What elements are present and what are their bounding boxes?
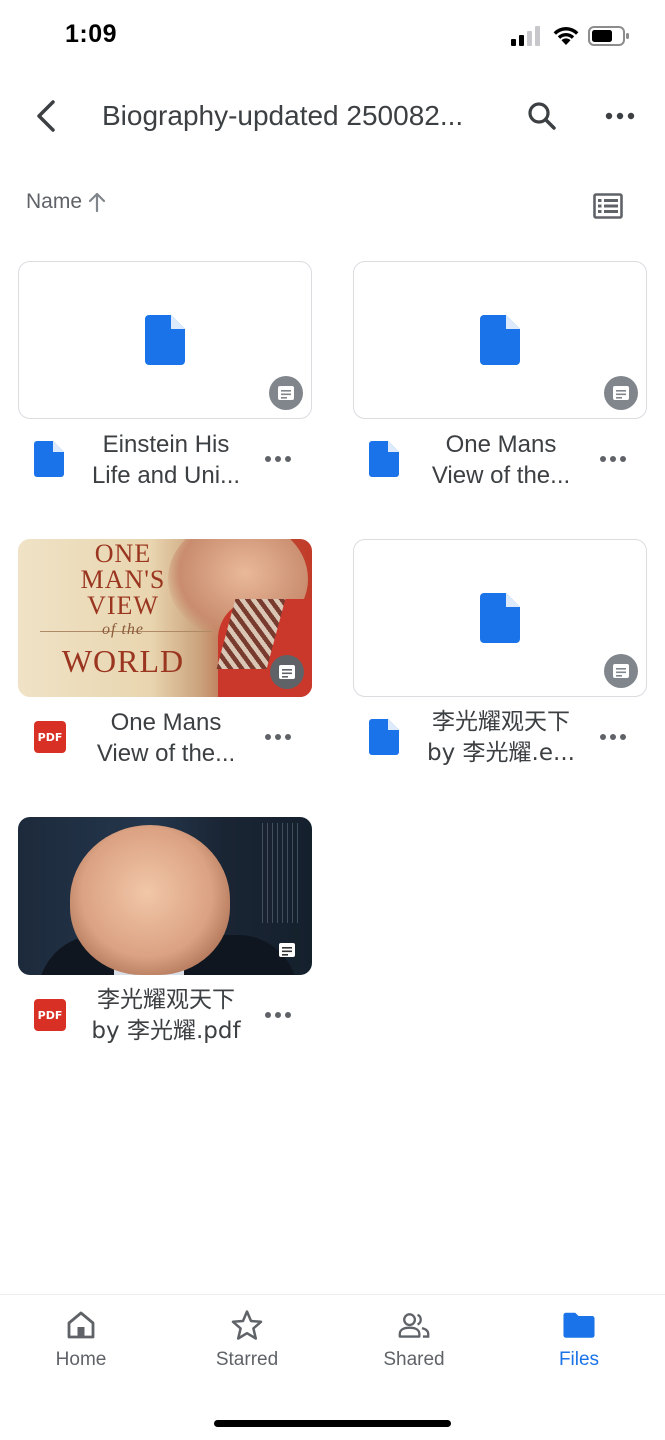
nav-starred[interactable]: Starred: [187, 1309, 307, 1385]
chevron-left-icon: [37, 100, 55, 132]
file-card[interactable]: Einstein His Life and Uni...: [18, 261, 312, 499]
offline-available-icon: [276, 939, 298, 961]
pdf-type-icon: PDF: [34, 999, 66, 1031]
nav-label: Starred: [215, 1349, 279, 1370]
file-thumbnail[interactable]: [18, 261, 312, 419]
file-more-button[interactable]: [258, 719, 298, 755]
file-more-button[interactable]: [593, 719, 633, 755]
more-horizontal-icon: [600, 734, 626, 740]
folder-title: Biography-updated 250082...: [102, 100, 464, 131]
more-horizontal-icon: [265, 1012, 291, 1018]
more-horizontal-icon: [605, 112, 635, 120]
offline-available-icon: [269, 376, 303, 410]
file-meta: 李光耀观天下 by 李光耀.e...: [353, 697, 647, 777]
search-button[interactable]: [522, 96, 562, 136]
file-meta: One Mans View of the...: [353, 419, 647, 499]
top-app-bar: Biography-updated 250082...: [0, 82, 665, 150]
file-thumbnail[interactable]: [353, 261, 647, 419]
more-horizontal-icon: [265, 734, 291, 740]
file-more-button[interactable]: [593, 441, 633, 477]
file-meta: PDF 李光耀观天下 by 李光耀.pdf: [18, 975, 312, 1055]
more-options-button[interactable]: [600, 96, 640, 136]
wifi-icon: [553, 27, 579, 45]
file-name: 李光耀观天下 by 李光耀.e...: [427, 709, 575, 766]
file-name: One Mans View of the...: [96, 709, 236, 767]
offline-available-icon: [270, 655, 304, 689]
people-icon: [398, 1309, 430, 1341]
nav-files[interactable]: Files: [519, 1309, 639, 1385]
nav-label: Shared: [383, 1349, 445, 1370]
search-icon: [528, 102, 556, 130]
file-thumbnail[interactable]: ONE MAN'S VIEW of the WORLD: [18, 539, 312, 697]
file-card[interactable]: ONE MAN'S VIEW of the WORLD PDF One Mans…: [18, 539, 312, 777]
book-cover-image: [18, 817, 312, 975]
pdf-type-icon: PDF: [34, 721, 66, 753]
file-meta: PDF One Mans View of the...: [18, 697, 312, 777]
offline-available-icon: [604, 654, 638, 688]
status-bar: 1:09: [0, 0, 665, 72]
doc-type-icon: [34, 441, 64, 477]
sort-label: Name: [26, 190, 83, 213]
file-meta: Einstein His Life and Uni...: [18, 419, 312, 499]
offline-available-icon: [604, 376, 638, 410]
doc-file-icon: [145, 315, 185, 365]
sort-by-name-button[interactable]: Name: [26, 190, 106, 214]
file-thumbnail[interactable]: [353, 539, 647, 697]
list-view-toggle-button[interactable]: [588, 188, 628, 224]
file-card[interactable]: 李光耀观天下 by 李光耀.e...: [353, 539, 647, 777]
nav-label: Home: [55, 1349, 107, 1370]
file-thumbnail[interactable]: [18, 817, 312, 975]
doc-file-icon: [480, 593, 520, 643]
more-horizontal-icon: [600, 456, 626, 462]
file-name: One Mans View of the...: [431, 431, 571, 489]
folder-icon: [563, 1309, 595, 1341]
file-name: 李光耀观天下 by 李光耀.pdf: [91, 987, 241, 1044]
list-view-icon: [593, 193, 623, 219]
home-icon: [65, 1309, 97, 1341]
file-name: Einstein His Life and Uni...: [91, 431, 241, 489]
file-card[interactable]: PDF 李光耀观天下 by 李光耀.pdf: [18, 817, 312, 1055]
file-more-button[interactable]: [258, 997, 298, 1033]
file-card[interactable]: One Mans View of the...: [353, 261, 647, 499]
bottom-navigation: Home Starred Shared Files: [0, 1294, 665, 1440]
cellular-signal-icon: [511, 26, 540, 46]
battery-icon: [588, 26, 629, 46]
back-button[interactable]: [26, 96, 66, 136]
nav-shared[interactable]: Shared: [354, 1309, 474, 1385]
file-more-button[interactable]: [258, 441, 298, 477]
doc-file-icon: [480, 315, 520, 365]
doc-type-icon: [369, 441, 399, 477]
doc-type-icon: [369, 719, 399, 755]
arrow-up-icon: [88, 192, 106, 213]
book-cover-image: ONE MAN'S VIEW of the WORLD: [18, 539, 312, 697]
nav-home[interactable]: Home: [21, 1309, 141, 1385]
nav-label: Files: [558, 1349, 600, 1370]
star-icon: [231, 1309, 263, 1341]
status-time: 1:09: [65, 20, 118, 48]
home-indicator[interactable]: [214, 1420, 451, 1427]
sort-bar: Name: [0, 186, 665, 226]
more-horizontal-icon: [265, 456, 291, 462]
